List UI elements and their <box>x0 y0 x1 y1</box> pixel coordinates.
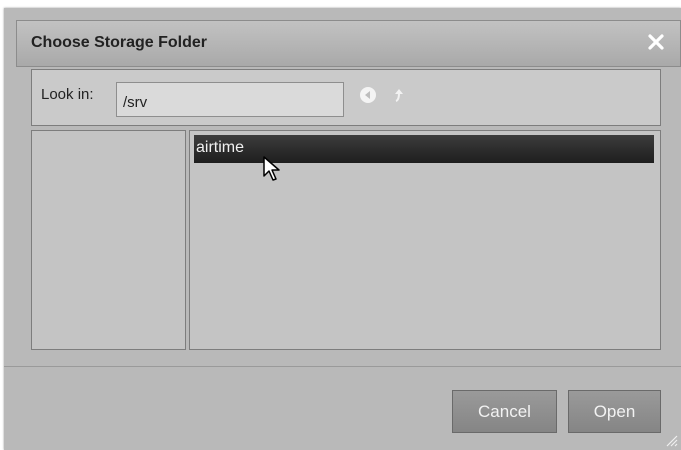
back-arrow-icon[interactable] <box>359 86 377 104</box>
look-in-bar: Look in: <box>31 69 661 126</box>
up-arrow-icon[interactable] <box>390 86 408 104</box>
dialog-titlebar[interactable]: Choose Storage Folder <box>16 20 681 67</box>
resize-grip-icon[interactable] <box>664 433 678 447</box>
footer-divider <box>4 366 681 367</box>
path-input[interactable] <box>116 82 344 117</box>
file-item-label: airtime <box>196 139 245 156</box>
folder-list-pane[interactable]: airtime <box>189 130 661 350</box>
places-pane[interactable] <box>31 130 186 350</box>
open-button[interactable]: Open <box>568 390 661 433</box>
cancel-button[interactable]: Cancel <box>452 390 557 433</box>
close-icon[interactable] <box>646 32 666 52</box>
look-in-label: Look in: <box>41 86 94 103</box>
dialog-title: Choose Storage Folder <box>31 34 208 51</box>
mouse-cursor-icon <box>263 156 280 181</box>
